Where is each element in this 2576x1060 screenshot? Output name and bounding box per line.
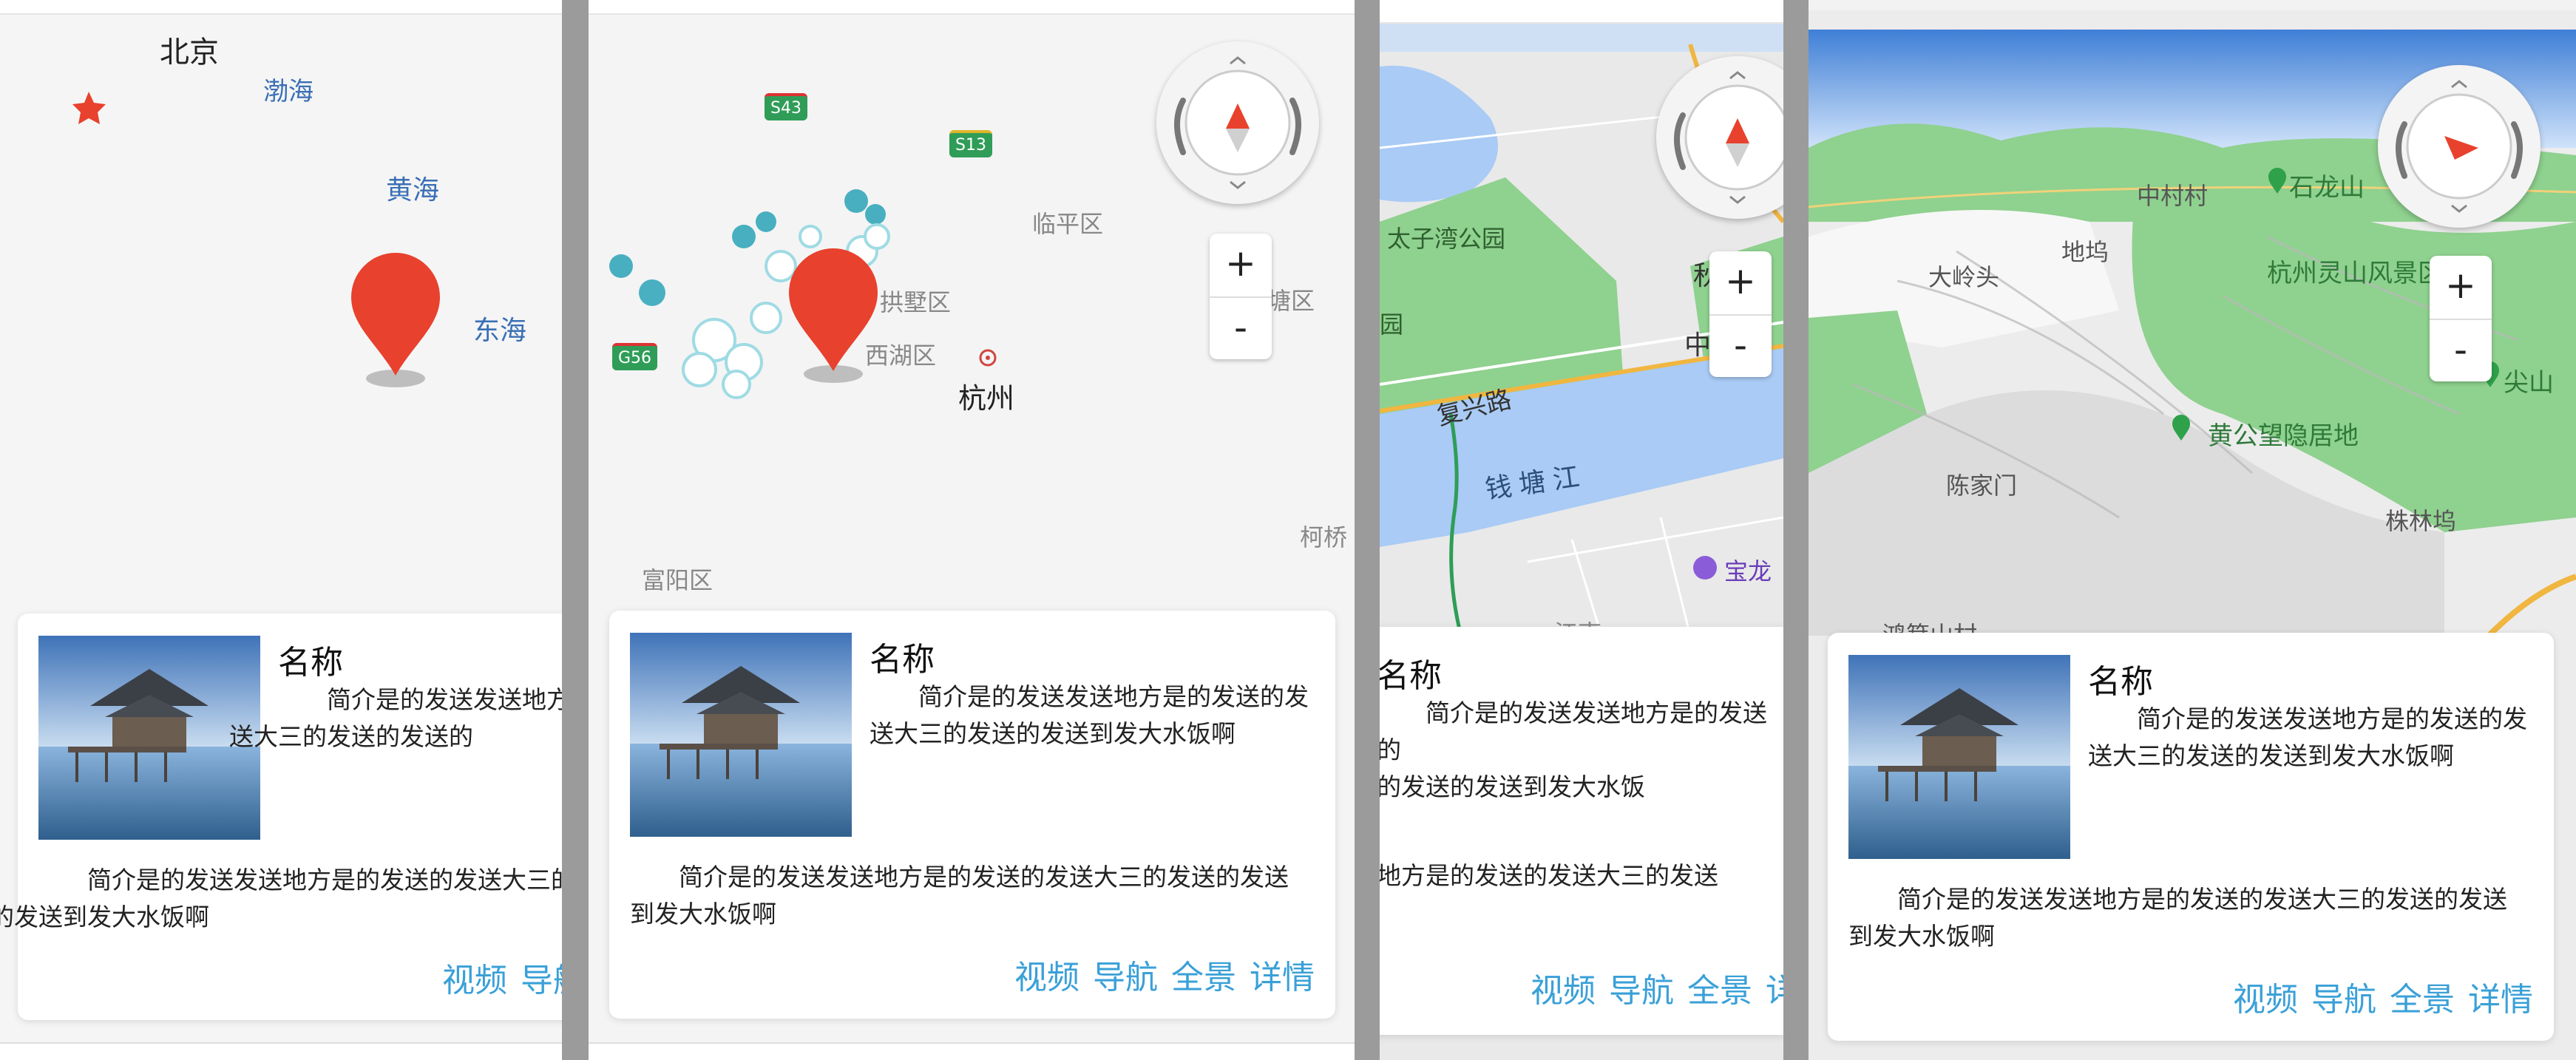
divider [1355,0,1380,1060]
panorama-button[interactable]: 全景 [1171,959,1236,996]
zoom-in-button[interactable]: + [1210,234,1272,298]
video-button[interactable]: 视频 [2233,981,2298,1019]
poi-card[interactable]: 名称 简介是的发送发送地方 送大三的发送的发送的 简介是的发送发送地方是的发送的发… [0,614,562,1020]
top-bar [1380,0,1783,24]
poi-photo [1848,655,2070,859]
label-shilong: 石龙山 [2289,173,2365,203]
label-taiziwan-park: 太子湾公园 [1387,225,1506,253]
navigate-button[interactable]: 导航 [2311,981,2376,1019]
label-linping: 临平区 [1032,210,1104,238]
label-zhulinwu: 株林坞 [2385,507,2457,535]
details-button[interactable]: 详 [1766,972,1783,1010]
poi-photo [38,636,260,840]
video-button[interactable]: 视频 [442,962,507,999]
poi-name: 名称 [870,641,935,679]
zoom-control[interactable]: + - [1210,234,1272,359]
label-jianshan: 尖山 [2504,368,2554,398]
poi-brief: 简介是的发送发送地方是的发送的发送大三的发送的发送到发大水饭啊 [870,682,1309,748]
zoom-in-button[interactable]: + [1709,251,1772,316]
zoom-out-button[interactable]: - [1210,298,1272,361]
poi-photo [630,633,852,837]
divider [562,0,589,1060]
label-zhong: 中 [1684,330,1712,361]
label-hangzhou: 杭州 [958,382,1015,415]
label-lingshan-scenic: 杭州灵山风景区 [2267,259,2443,288]
label-park-edge: 园 [1380,310,1404,339]
panel-map-hangzhou: S43 S13 G56 临平区 拱墅区 西湖区 杭州 富阳区 柯桥 塘区 + - [589,0,1355,1060]
highway-badge-s13: S13 [949,130,992,157]
poi-description: 地方是的发送的发送大三的发送 [1380,861,1718,890]
panorama-button[interactable]: 全景 [1687,972,1752,1010]
zoom-out-button[interactable]: - [1709,316,1772,378]
poi-name: 名称 [2088,663,2153,701]
highway-badge-s43: S43 [765,93,807,120]
label-huanggong-residence: 黄公望隐居地 [2208,421,2359,451]
label-gongshu: 拱墅区 [880,288,952,316]
label-dalingtou: 大岭头 [1928,263,2000,291]
scenic-marker-icon[interactable] [2171,414,2192,442]
bottom-tab-bar [589,1042,1355,1060]
top-bar [0,0,562,15]
poi-brief: 简介是的发送发送地方 送大三的发送的发送的 [229,685,562,751]
top-bar [589,0,1355,15]
navigate-button[interactable]: 导航 [521,962,562,999]
compass-icon [1174,56,1301,189]
poi-actions: 视频 导航 全景详 [1517,964,1783,1011]
label-fuyang: 富阳区 [642,566,714,594]
label-bohai: 渤海 [263,77,313,106]
compass-control[interactable] [1156,41,1319,204]
poi-brief: 简介是的发送发送地方是的发送的大三的发送的发送到发大水饭 [1380,699,1767,801]
compass-icon [1674,71,1783,204]
panorama-button[interactable]: 全景 [2390,981,2455,1019]
poi-name: 名称 [278,644,343,682]
location-pin-icon[interactable] [348,251,444,392]
panel-map-overview: 北京 渤海 黄海 东海 名称 简介是的发送发送地方 送大三的发送的发送的 简介是的… [0,0,562,1060]
poi-card[interactable]: 名称 简介是的发送发送地方是的发送的大三的发送的发送到发大水饭 地方是的发送的发… [1380,627,1783,1035]
zoom-control[interactable]: + - [2430,256,2492,381]
video-button[interactable]: 视频 [1014,959,1079,996]
location-pin-icon[interactable] [785,247,881,387]
scenic-marker-icon[interactable] [2267,167,2288,195]
poi-card[interactable]: 名称 简介是的发送发送地方是的发送的发送大三的发送的发送到发大水饭啊 简介是的发… [1828,633,2554,1041]
label-zhongcun: 中村村 [2137,182,2209,210]
zoom-out-button[interactable]: - [2430,320,2492,383]
poi-description: 简介是的发送发送地方是的发送的发送大三的 的发送到发大水饭啊 [0,866,562,931]
zoom-control[interactable]: + - [1709,251,1772,377]
label-huanghai: 黄海 [386,175,440,205]
bottom-tab-bar [0,1042,562,1060]
panel-map-3d-river: 太子湾公园 园 复兴路 钱塘江 宝龙 江南 中 秋 + - 名称 简介是的发送发… [1380,0,1783,1060]
navigate-button[interactable]: 导航 [1093,959,1158,996]
navigate-button[interactable]: 导航 [1609,972,1674,1010]
highway-badge-g56: G56 [612,343,658,370]
label-chenjiamen: 陈家门 [1946,472,2018,500]
zoom-in-button[interactable]: + [2430,256,2492,320]
video-button[interactable]: 视频 [1531,972,1596,1010]
poi-actions: 视频 导航 全景 详情 [2220,973,2533,1020]
poi-description: 简介是的发送发送地方是的发送的发送大三的发送的发送到发大水饭啊 [1848,885,2507,951]
compass-control[interactable] [2378,65,2541,228]
compass-icon [2396,80,2523,213]
top-bar [1809,0,2576,10]
poi-actions: 视频 导航 全景 详情 [1001,951,1315,998]
panel-map-3d-terrain: 中村村 石龙山 大岭头 地坞 杭州灵山风景区 尖山 黄公望隐居地 陈家门 株林坞… [1809,0,2576,1060]
label-keqiao: 柯桥 [1300,523,1348,551]
label-district-edge: 塘区 [1267,287,1315,315]
divider [1783,0,1809,1060]
poi-card[interactable]: 名称 简介是的发送发送地方是的发送的发送大三的发送的发送到发大水饭啊 简介是的发… [609,611,1335,1019]
label-beijing: 北京 [160,35,219,69]
poi-actions: 视频导航 [429,954,562,1001]
label-baolong: 宝龙 [1724,557,1772,585]
poi-description: 简介是的发送发送地方是的发送的发送大三的发送的发送到发大水饭啊 [630,863,1289,928]
label-donghai: 东海 [473,316,527,346]
compass-control[interactable] [1656,56,1783,219]
label-diwu: 地坞 [2061,238,2109,266]
poi-brief: 简介是的发送发送地方是的发送的发送大三的发送的发送到发大水饭啊 [2088,704,2527,770]
details-button[interactable]: 详情 [1250,959,1315,996]
poi-name: 名称 [1380,657,1442,695]
details-button[interactable]: 详情 [2468,981,2533,1019]
